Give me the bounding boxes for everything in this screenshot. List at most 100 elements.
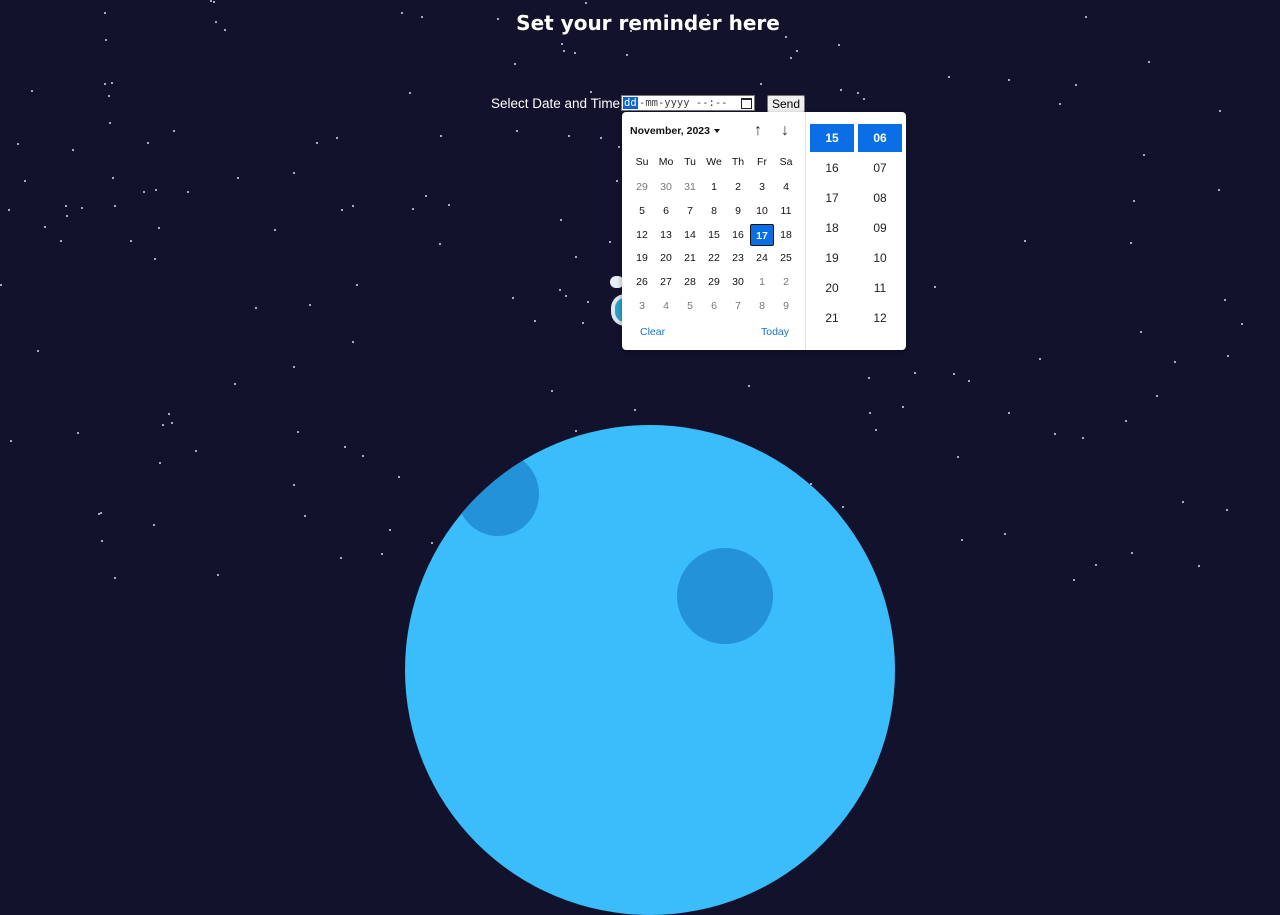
star xyxy=(409,92,411,94)
calendar-day[interactable]: 5 xyxy=(678,295,702,317)
calendar-day[interactable]: 27 xyxy=(654,271,678,293)
star xyxy=(902,406,904,408)
star xyxy=(425,195,427,197)
calendar-day[interactable]: 21 xyxy=(678,247,702,269)
minute-option[interactable]: 11 xyxy=(858,274,902,302)
calendar-day[interactable]: 6 xyxy=(654,200,678,222)
minute-option[interactable]: 10 xyxy=(858,244,902,272)
hour-option[interactable]: 21 xyxy=(810,304,854,332)
datetime-input[interactable]: dd -mm-yyyy --:-- xyxy=(621,95,755,111)
clear-button[interactable]: Clear xyxy=(640,326,665,338)
calendar-day[interactable]: 1 xyxy=(750,271,774,293)
hour-option[interactable]: 16 xyxy=(810,154,854,182)
calendar-day[interactable]: 14 xyxy=(678,224,702,246)
calendar-day[interactable]: 6 xyxy=(702,295,726,317)
calendar-day[interactable]: 23 xyxy=(726,247,750,269)
send-button[interactable]: Send xyxy=(767,95,805,113)
calendar-day[interactable]: 9 xyxy=(774,295,798,317)
calendar-day[interactable]: 4 xyxy=(654,295,678,317)
calendar-day[interactable]: 1 xyxy=(702,176,726,198)
star xyxy=(210,0,212,2)
date-time-segments[interactable]: -mm-yyyy --:-- xyxy=(639,97,728,109)
today-button[interactable]: Today xyxy=(761,326,789,338)
arrow-down-icon[interactable]: ↓ xyxy=(777,123,793,139)
calendar-day[interactable]: 7 xyxy=(726,295,750,317)
calendar-day[interactable]: 2 xyxy=(726,176,750,198)
calendar-day[interactable]: 17 xyxy=(750,223,774,246)
star xyxy=(842,506,844,508)
time-panel: 15 16 17 18 19 20 21 06 07 08 09 10 11 12 xyxy=(805,112,906,350)
calendar-day[interactable]: 29 xyxy=(702,271,726,293)
calendar-day[interactable]: 4 xyxy=(774,176,798,198)
star xyxy=(159,462,161,464)
star xyxy=(1075,84,1077,86)
calendar-day[interactable]: 29 xyxy=(630,176,654,198)
star xyxy=(948,76,950,78)
calendar-day[interactable]: 25 xyxy=(774,247,798,269)
weekday-label: Th xyxy=(731,156,745,168)
calendar-day[interactable]: 3 xyxy=(750,176,774,198)
star xyxy=(1143,154,1145,156)
star xyxy=(551,390,553,392)
star xyxy=(195,450,197,452)
star xyxy=(1219,110,1221,112)
star xyxy=(72,149,74,151)
calendar-day[interactable]: 8 xyxy=(702,200,726,222)
star xyxy=(31,90,33,92)
calendar-day[interactable]: 31 xyxy=(678,176,702,198)
hour-option[interactable]: 18 xyxy=(810,214,854,242)
star xyxy=(143,191,145,193)
calendar-day[interactable]: 30 xyxy=(654,176,678,198)
hour-option[interactable]: 17 xyxy=(810,184,854,212)
month-year-selector[interactable]: November, 2023 xyxy=(630,125,720,137)
weekday-label: We xyxy=(706,156,722,168)
star xyxy=(255,307,257,309)
day-segment[interactable]: dd xyxy=(623,97,638,109)
calendar-day[interactable]: 11 xyxy=(774,200,798,222)
minute-option[interactable]: 12 xyxy=(858,304,902,332)
calendar-day[interactable]: 19 xyxy=(630,247,654,269)
star xyxy=(431,542,433,544)
minute-option[interactable]: 08 xyxy=(858,184,902,212)
star xyxy=(77,432,79,434)
star xyxy=(389,529,391,531)
star xyxy=(957,456,959,458)
calendar-day[interactable]: 7 xyxy=(678,200,702,222)
calendar-day[interactable]: 28 xyxy=(678,271,702,293)
calendar-day[interactable]: 16 xyxy=(726,224,750,246)
star xyxy=(155,189,157,191)
calendar-day[interactable]: 9 xyxy=(726,200,750,222)
star xyxy=(17,143,19,145)
calendar-day[interactable]: 3 xyxy=(630,295,654,317)
star xyxy=(587,301,589,303)
star xyxy=(1174,361,1176,363)
calendar-day[interactable]: 8 xyxy=(750,295,774,317)
calendar-day[interactable]: 30 xyxy=(726,271,750,293)
calendar-day[interactable]: 10 xyxy=(750,200,774,222)
star xyxy=(66,215,68,217)
star xyxy=(748,385,750,387)
calendar-day[interactable]: 24 xyxy=(750,247,774,269)
arrow-up-icon[interactable]: ↑ xyxy=(750,123,766,139)
calendar-day[interactable]: 12 xyxy=(630,224,654,246)
calendar-day[interactable]: 22 xyxy=(702,247,726,269)
star xyxy=(1218,189,1220,191)
minute-option[interactable]: 07 xyxy=(858,154,902,182)
calendar-day[interactable]: 20 xyxy=(654,247,678,269)
calendar-day[interactable]: 5 xyxy=(630,200,654,222)
star xyxy=(171,422,173,424)
minute-option[interactable]: 06 xyxy=(858,124,902,152)
calendar-icon[interactable] xyxy=(741,98,752,109)
star xyxy=(98,513,100,515)
minute-option[interactable]: 09 xyxy=(858,214,902,242)
calendar-day[interactable]: 15 xyxy=(702,224,726,246)
star xyxy=(1224,299,1226,301)
calendar-day[interactable]: 2 xyxy=(774,271,798,293)
calendar-day[interactable]: 13 xyxy=(654,224,678,246)
hour-option[interactable]: 19 xyxy=(810,244,854,272)
star xyxy=(412,208,414,210)
hour-option[interactable]: 20 xyxy=(810,274,854,302)
hour-option[interactable]: 15 xyxy=(810,124,854,152)
calendar-day[interactable]: 26 xyxy=(630,271,654,293)
calendar-day[interactable]: 18 xyxy=(774,224,798,246)
